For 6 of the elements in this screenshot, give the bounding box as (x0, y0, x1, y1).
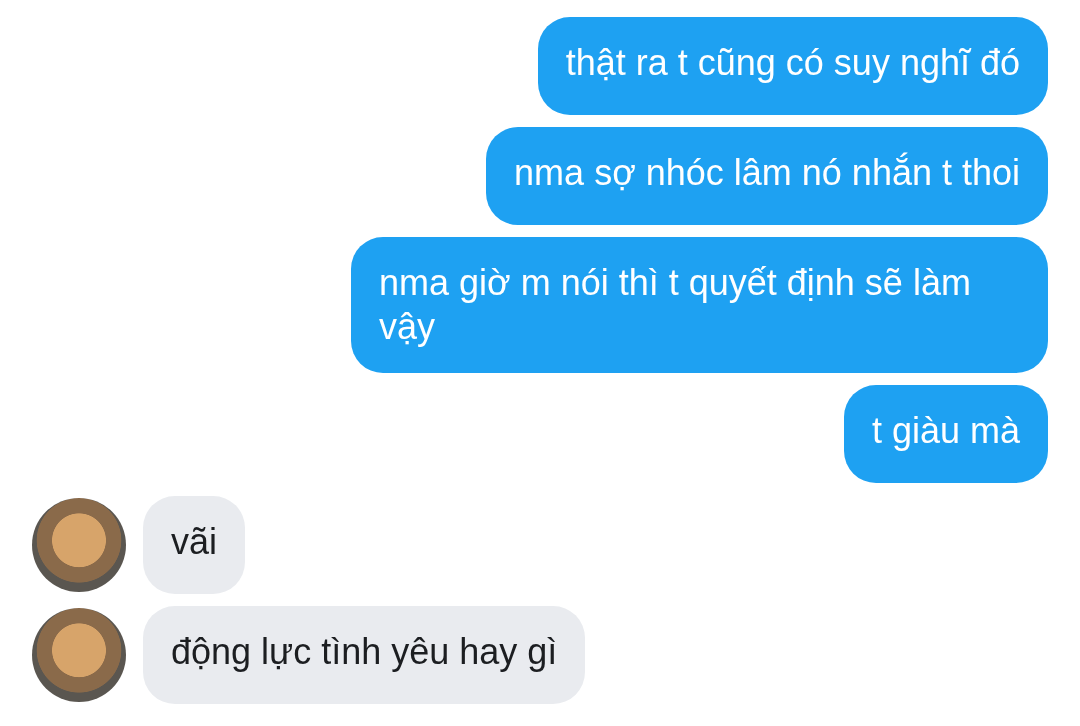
sent-message: t giàu mà (843, 385, 1048, 483)
sent-message: nma giờ m nói thì t quyết định sẽ làm vậy (351, 237, 1048, 373)
sent-message: nma sợ nhóc lâm nó nhắn t thoi (486, 127, 1048, 225)
received-message: động lực tình yêu hay gì (143, 606, 586, 704)
sent-message: thật ra t cũng có suy nghĩ đó (537, 17, 1048, 115)
received-message: vãi (143, 496, 246, 594)
